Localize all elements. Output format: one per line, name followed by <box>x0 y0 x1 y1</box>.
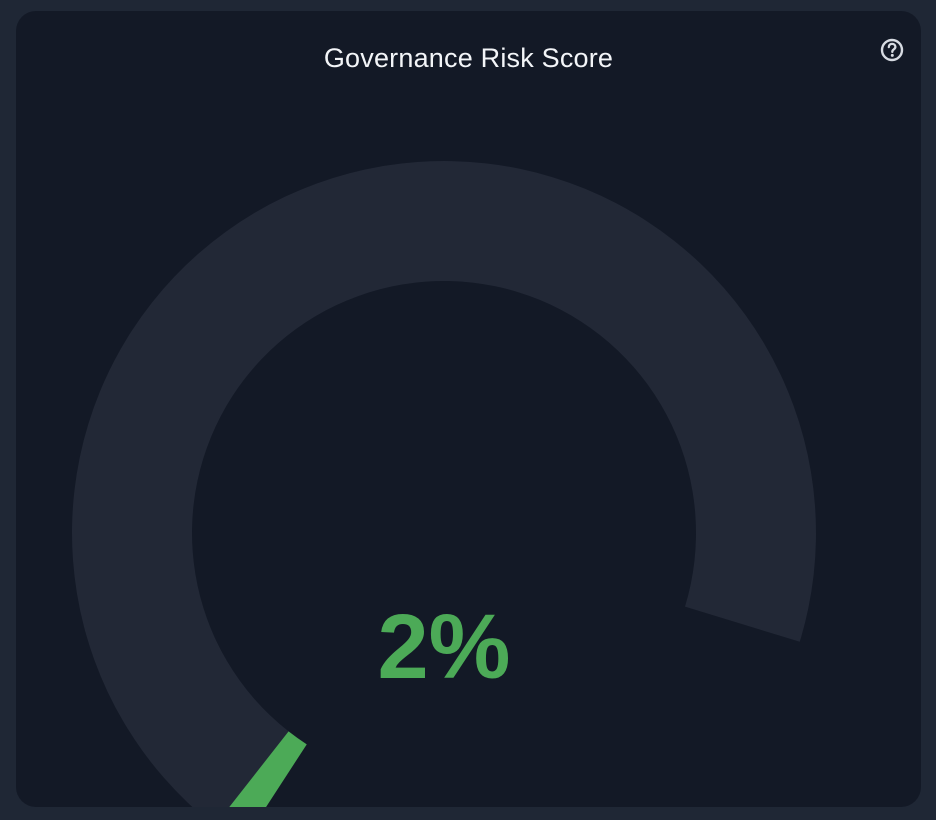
risk-gauge: 2% <box>72 161 816 807</box>
risk-score-widget: Governance Risk Score 2% <box>16 11 921 807</box>
gauge-track <box>72 161 816 807</box>
gauge-value-label: 2% <box>378 596 511 698</box>
